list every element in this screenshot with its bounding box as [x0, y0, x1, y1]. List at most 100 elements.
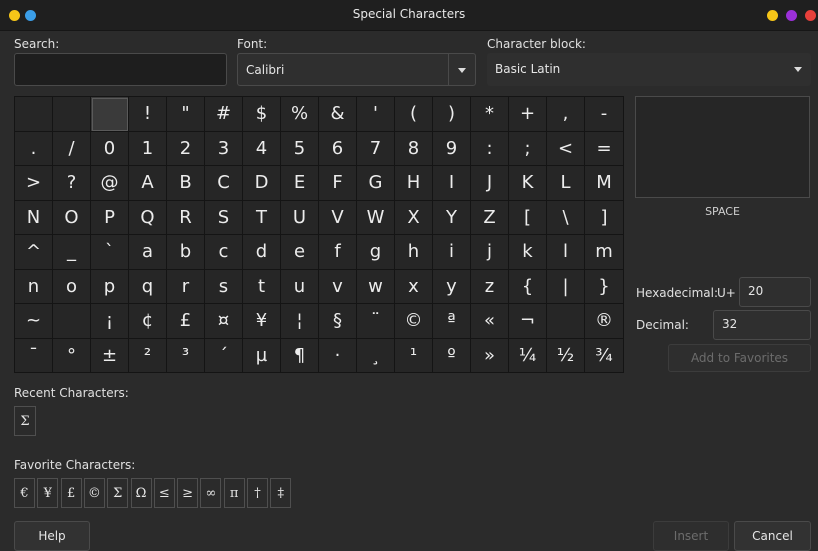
character-cell[interactable]: K	[509, 166, 547, 201]
character-cell[interactable]: >	[15, 166, 53, 201]
character-cell[interactable]: d	[243, 235, 281, 270]
character-cell[interactable]: "	[167, 97, 205, 132]
character-cell[interactable]	[547, 304, 585, 339]
character-cell[interactable]: ,	[547, 97, 585, 132]
favorite-character[interactable]: ¥	[37, 478, 59, 508]
character-cell[interactable]: ¤	[205, 304, 243, 339]
character-cell[interactable]: 7	[357, 131, 395, 166]
character-cell[interactable]: u	[281, 269, 319, 304]
character-cell[interactable]: £	[167, 304, 205, 339]
character-cell[interactable]: o	[53, 269, 91, 304]
minimize-dot-icon[interactable]	[767, 10, 778, 21]
character-cell[interactable]: ?	[53, 166, 91, 201]
character-cell[interactable]: #	[205, 97, 243, 132]
character-cell[interactable]: 0	[91, 131, 129, 166]
character-cell[interactable]: y	[433, 269, 471, 304]
character-cell[interactable]: ¸	[357, 338, 395, 373]
character-cell[interactable]: ~	[15, 304, 53, 339]
character-cell[interactable]: Z	[471, 200, 509, 235]
character-cell[interactable]: µ	[243, 338, 281, 373]
character-cell[interactable]: .	[15, 131, 53, 166]
character-cell[interactable]	[53, 304, 91, 339]
maximize-dot-icon[interactable]	[786, 10, 797, 21]
character-cell[interactable]: ´	[205, 338, 243, 373]
character-cell[interactable]: q	[129, 269, 167, 304]
character-cell[interactable]: P	[91, 200, 129, 235]
favorite-character[interactable]: €	[14, 478, 35, 508]
character-cell[interactable]: V	[319, 200, 357, 235]
character-cell[interactable]: ¯	[15, 338, 53, 373]
chevron-down-icon[interactable]	[448, 54, 475, 85]
character-cell[interactable]: h	[395, 235, 433, 270]
cancel-button[interactable]: Cancel	[734, 521, 811, 551]
character-cell[interactable]: !	[129, 97, 167, 132]
character-cell[interactable]: r	[167, 269, 205, 304]
character-cell[interactable]: ¼	[509, 338, 547, 373]
chevron-down-icon[interactable]	[785, 53, 811, 86]
character-cell[interactable]: :	[471, 131, 509, 166]
character-cell[interactable]: B	[167, 166, 205, 201]
character-block-combo[interactable]: Basic Latin	[487, 53, 811, 86]
favorite-character[interactable]: ≥	[177, 478, 199, 508]
character-cell[interactable]: J	[471, 166, 509, 201]
character-cell[interactable]: ¢	[129, 304, 167, 339]
character-cell[interactable]: F	[319, 166, 357, 201]
character-cell[interactable]: ·	[319, 338, 357, 373]
help-button[interactable]: Help	[14, 521, 90, 551]
character-cell[interactable]: «	[471, 304, 509, 339]
character-cell[interactable]: ¡	[91, 304, 129, 339]
character-cell[interactable]: O	[53, 200, 91, 235]
character-cell[interactable]: ²	[129, 338, 167, 373]
character-cell[interactable]: ±	[91, 338, 129, 373]
hexadecimal-input[interactable]: 20	[739, 277, 811, 307]
character-cell[interactable]: §	[319, 304, 357, 339]
character-cell[interactable]: [	[509, 200, 547, 235]
character-cell[interactable]: b	[167, 235, 205, 270]
character-cell[interactable]: /	[53, 131, 91, 166]
character-cell[interactable]: H	[395, 166, 433, 201]
font-combo[interactable]: Calibri	[237, 53, 476, 86]
character-cell[interactable]: l	[547, 235, 585, 270]
character-cell[interactable]: 8	[395, 131, 433, 166]
character-cell[interactable]: Y	[433, 200, 471, 235]
insert-button[interactable]: Insert	[653, 521, 729, 551]
character-cell[interactable]: g	[357, 235, 395, 270]
character-cell[interactable]: %	[281, 97, 319, 132]
character-cell[interactable]	[15, 97, 53, 132]
character-cell[interactable]: 9	[433, 131, 471, 166]
character-cell[interactable]: -	[585, 97, 624, 132]
character-cell[interactable]: $	[243, 97, 281, 132]
character-cell[interactable]: {	[509, 269, 547, 304]
character-cell[interactable]	[91, 97, 129, 132]
character-cell[interactable]: \	[547, 200, 585, 235]
character-cell[interactable]: T	[243, 200, 281, 235]
character-cell[interactable]: I	[433, 166, 471, 201]
character-cell[interactable]: ¨	[357, 304, 395, 339]
character-cell[interactable]: ¾	[585, 338, 624, 373]
character-cell[interactable]: '	[357, 97, 395, 132]
character-cell[interactable]: |	[547, 269, 585, 304]
character-cell[interactable]: z	[471, 269, 509, 304]
recent-character[interactable]: Σ	[14, 406, 36, 436]
decimal-input[interactable]: 32	[713, 310, 811, 340]
character-cell[interactable]: a	[129, 235, 167, 270]
character-cell[interactable]: ¥	[243, 304, 281, 339]
character-cell[interactable]: R	[167, 200, 205, 235]
character-cell[interactable]: 6	[319, 131, 357, 166]
character-cell[interactable]: j	[471, 235, 509, 270]
character-cell[interactable]: G	[357, 166, 395, 201]
character-cell[interactable]: ;	[509, 131, 547, 166]
character-cell[interactable]: n	[15, 269, 53, 304]
character-cell[interactable]: U	[281, 200, 319, 235]
character-cell[interactable]: ¬	[509, 304, 547, 339]
character-cell[interactable]: Q	[129, 200, 167, 235]
character-cell[interactable]: 2	[167, 131, 205, 166]
character-cell[interactable]: f	[319, 235, 357, 270]
character-cell[interactable]: @	[91, 166, 129, 201]
character-cell[interactable]: }	[585, 269, 624, 304]
character-cell[interactable]: ]	[585, 200, 624, 235]
character-cell[interactable]: ^	[15, 235, 53, 270]
character-cell[interactable]: ®	[585, 304, 624, 339]
favorite-character[interactable]: π	[223, 478, 245, 508]
favorite-character[interactable]: Ω	[130, 478, 152, 508]
